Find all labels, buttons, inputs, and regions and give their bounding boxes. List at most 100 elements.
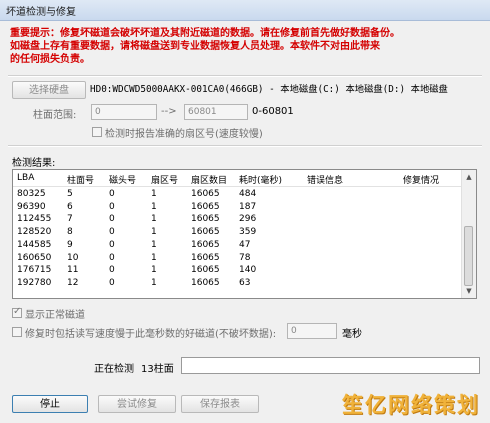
table-cell: 16065 xyxy=(191,201,220,212)
table-cell: 16065 xyxy=(191,227,220,238)
divider xyxy=(8,145,482,147)
table-cell: 140 xyxy=(239,265,257,276)
repair-slow-checkbox[interactable] xyxy=(12,327,22,337)
table-cell: 1 xyxy=(151,214,157,225)
table-cell: 96390 xyxy=(17,201,46,212)
table-cell: 16065 xyxy=(191,265,220,276)
table-cell: 78 xyxy=(239,252,251,263)
column-sector[interactable]: 扇区号 xyxy=(151,173,178,186)
table-cell: 16065 xyxy=(191,214,220,225)
table-cell: 0 xyxy=(109,201,115,212)
table-row[interactable]: 80325 5 0 1 16065 484 xyxy=(13,189,463,200)
table-cell: 1 xyxy=(151,227,157,238)
watermark-logo: 笙亿网络策划 xyxy=(342,393,480,417)
column-sector-count[interactable]: 扇区数目 xyxy=(191,173,227,186)
warning-line-2: 如磁盘上存有重要数据，请将磁盘送到专业数据恢复人员处理。本软件不对由此带来 xyxy=(10,41,380,52)
try-repair-button[interactable]: 尝试修复 xyxy=(98,395,176,413)
table-cell: 296 xyxy=(239,214,257,225)
table-cell: 192780 xyxy=(17,277,52,288)
stop-button[interactable]: 停止 xyxy=(12,395,88,413)
table-row[interactable]: 160650 10 0 1 16065 78 xyxy=(13,253,463,264)
table-cell: 112455 xyxy=(17,214,52,225)
warning-text: 重要提示：修复坏磁道会破坏坏道及其附近磁道的数据。请在修复前首先做好数据备份。 … xyxy=(10,27,480,66)
window-title: 坏道检测与修复 xyxy=(6,7,76,18)
select-disk-button[interactable]: 选择硬盘 xyxy=(12,81,86,99)
ms-unit-label: 毫秒 xyxy=(342,329,362,340)
table-cell: 1 xyxy=(151,201,157,212)
range-span: 0-60801 xyxy=(252,106,294,117)
table-cell: 0 xyxy=(109,189,115,199)
table-cell: 144585 xyxy=(17,239,52,250)
table-row[interactable]: 144585 9 0 1 16065 47 xyxy=(13,240,463,251)
table-cell: 7 xyxy=(67,214,73,225)
show-normal-checkbox[interactable] xyxy=(12,306,22,318)
exact-sector-checkbox[interactable] xyxy=(92,127,102,137)
table-cell: 1 xyxy=(151,265,157,276)
table-row[interactable]: 96390 6 0 1 16065 187 xyxy=(13,202,463,213)
range-from-input[interactable]: 0 xyxy=(91,104,157,120)
table-cell: 12 xyxy=(67,277,79,288)
results-header: LBA 柱面号 磁头号 扇区号 扇区数目 耗时(毫秒) 错误信息 修复情况 xyxy=(13,170,463,187)
table-row[interactable]: 112455 7 0 1 16065 296 xyxy=(13,214,463,225)
table-cell: 9 xyxy=(67,239,73,250)
table-cell: 63 xyxy=(239,277,251,288)
progress-field xyxy=(181,357,480,374)
disk-info: HD0:WDCWD5000AAKX-001CA0(466GB) - 本地磁盘(C… xyxy=(90,84,448,95)
results-list[interactable]: LBA 柱面号 磁头号 扇区号 扇区数目 耗时(毫秒) 错误信息 修复情况 80… xyxy=(12,169,477,299)
results-scrollbar[interactable]: ▲ ▼ xyxy=(461,170,476,298)
status-label: 正在检测 xyxy=(94,364,134,375)
table-cell: 0 xyxy=(109,227,115,238)
column-head[interactable]: 磁头号 xyxy=(109,173,136,186)
table-cell: 0 xyxy=(109,239,115,250)
range-arrow: --> xyxy=(161,106,177,117)
table-cell: 0 xyxy=(109,214,115,225)
table-cell: 1 xyxy=(151,189,157,199)
table-cell: 16065 xyxy=(191,277,220,288)
column-lba[interactable]: LBA xyxy=(17,173,34,183)
table-cell: 0 xyxy=(109,252,115,263)
warning-line-1: 重要提示：修复坏磁道会破坏坏道及其附近磁道的数据。请在修复前首先做好数据备份。 xyxy=(10,28,400,39)
range-to-input[interactable]: 60801 xyxy=(184,104,248,120)
table-cell: 47 xyxy=(239,239,251,250)
show-normal-label: 显示正常磁道 xyxy=(25,310,85,321)
table-cell: 484 xyxy=(239,189,257,199)
table-cell: 10 xyxy=(67,252,79,263)
table-cell: 16065 xyxy=(191,189,220,199)
table-cell: 0 xyxy=(109,277,115,288)
repair-slow-label: 修复时包括读写速度慢于此毫秒数的好磁道(不破坏数据): xyxy=(25,329,277,340)
scroll-down-icon[interactable]: ▼ xyxy=(462,284,476,298)
table-cell: 16065 xyxy=(191,239,220,250)
scroll-up-icon[interactable]: ▲ xyxy=(462,170,476,184)
table-cell: 176715 xyxy=(17,265,52,276)
divider xyxy=(8,75,482,77)
exact-sector-label: 检测时报告准确的扇区号(速度较慢) xyxy=(105,129,263,140)
save-report-button[interactable]: 保存报表 xyxy=(181,395,259,413)
table-cell: 8 xyxy=(67,227,73,238)
ms-threshold-input[interactable]: 0 xyxy=(287,323,337,339)
column-cylinder[interactable]: 柱面号 xyxy=(67,173,94,186)
table-cell: 0 xyxy=(109,265,115,276)
column-error[interactable]: 错误信息 xyxy=(307,173,343,186)
table-cell: 5 xyxy=(67,189,73,199)
table-cell: 1 xyxy=(151,252,157,263)
table-cell: 128520 xyxy=(17,227,52,238)
status-value: 13柱面 xyxy=(141,364,174,375)
table-row[interactable]: 128520 8 0 1 16065 359 xyxy=(13,227,463,238)
column-repair[interactable]: 修复情况 xyxy=(403,173,439,186)
column-time[interactable]: 耗时(毫秒) xyxy=(239,173,282,186)
table-cell: 160650 xyxy=(17,252,52,263)
table-row[interactable]: 192780 12 0 1 16065 63 xyxy=(13,278,463,289)
table-cell: 16065 xyxy=(191,252,220,263)
range-label: 柱面范围: xyxy=(33,110,77,121)
table-cell: 1 xyxy=(151,239,157,250)
scroll-thumb[interactable] xyxy=(464,226,473,286)
results-label: 检测结果: xyxy=(12,158,56,169)
table-cell: 6 xyxy=(67,201,73,212)
warning-line-3: 的任何损失负责。 xyxy=(10,54,90,65)
table-cell: 187 xyxy=(239,201,257,212)
table-row[interactable]: 176715 11 0 1 16065 140 xyxy=(13,265,463,276)
table-cell: 80325 xyxy=(17,189,46,199)
table-cell: 1 xyxy=(151,277,157,288)
table-cell: 11 xyxy=(67,265,79,276)
table-cell: 359 xyxy=(239,227,257,238)
